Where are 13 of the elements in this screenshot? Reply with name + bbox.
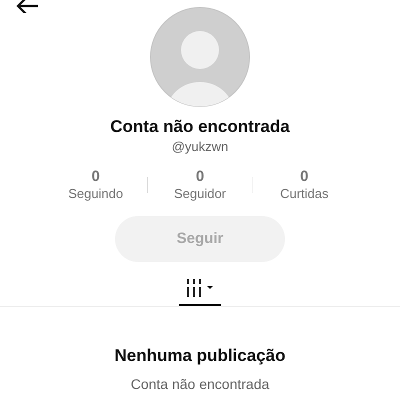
profile-name: Conta não encontrada — [110, 116, 290, 138]
grid-dropdown-icon — [186, 279, 214, 297]
stat-value: 0 — [91, 168, 100, 185]
username: @yukzwn — [172, 139, 228, 155]
stat-value: 0 — [196, 168, 204, 185]
empty-title: Nenhuma publicação — [114, 345, 286, 367]
stat-label: Curtidas — [280, 185, 329, 202]
stat-label: Seguidor — [174, 185, 226, 202]
back-icon[interactable] — [16, 0, 40, 13]
empty-subtitle: Conta não encontrada — [130, 374, 270, 392]
stat-label: Seguindo — [68, 185, 124, 202]
avatar-icon — [150, 7, 250, 107]
stat-value: 0 — [300, 168, 308, 185]
